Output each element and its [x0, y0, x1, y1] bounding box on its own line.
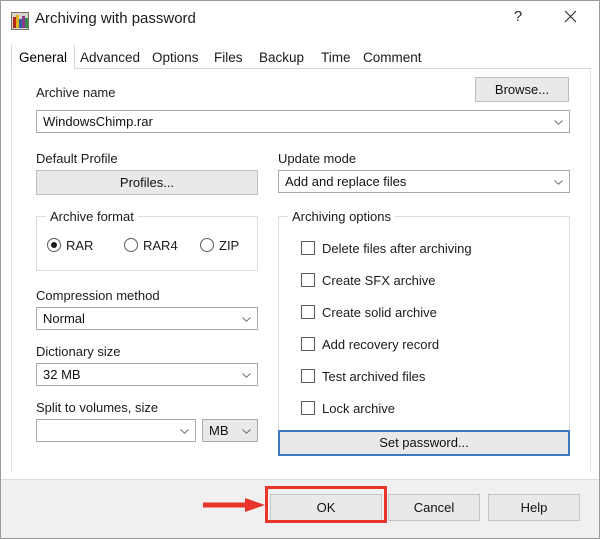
archive-name-label: Archive name — [36, 85, 116, 100]
archiving-options-legend: Archiving options — [288, 209, 395, 224]
help-button[interactable]: Help — [488, 494, 580, 521]
checkbox-box-icon — [301, 273, 315, 287]
checkbox-box-icon — [301, 401, 315, 415]
title-bar: Archiving with password ? — [1, 1, 599, 42]
ok-button[interactable]: OK — [270, 494, 382, 521]
help-icon-button[interactable]: ? — [495, 1, 541, 32]
compression-method-label: Compression method — [36, 288, 160, 303]
checkbox-lock-archive[interactable]: Lock archive — [301, 399, 395, 417]
tab-backup[interactable]: Backup — [252, 45, 311, 69]
split-unit-select[interactable]: MB — [202, 419, 258, 442]
checkbox-box-icon — [301, 305, 315, 319]
browse-button[interactable]: Browse... — [475, 77, 569, 102]
chevron-down-icon — [554, 119, 563, 125]
radio-dot-icon — [124, 238, 138, 252]
radio-dot-icon — [47, 238, 61, 252]
archive-name-input[interactable]: WindowsChimp.rar — [36, 110, 570, 133]
checkbox-label: Add recovery record — [322, 336, 440, 352]
tab-files[interactable]: Files — [207, 45, 250, 69]
dictionary-size-label: Dictionary size — [36, 344, 121, 359]
update-mode-value: Add and replace files — [285, 174, 407, 189]
checkbox-test-archived-files[interactable]: Test archived files — [301, 367, 425, 385]
update-mode-label: Update mode — [278, 151, 357, 166]
chevron-down-icon — [242, 428, 251, 434]
checkbox-label: Delete files after archiving — [322, 240, 472, 256]
window-title: Archiving with password — [35, 10, 196, 27]
split-unit-value: MB — [209, 423, 229, 438]
radio-rar4-label: RAR4 — [143, 237, 178, 253]
checkbox-box-icon — [301, 369, 315, 383]
dialog-footer: OK Cancel Help — [1, 479, 599, 538]
tab-options[interactable]: Options — [145, 45, 206, 69]
default-profile-label: Default Profile — [36, 151, 118, 166]
tab-strip: General Advanced Options Files Backup Ti… — [11, 45, 591, 69]
tab-advanced[interactable]: Advanced — [73, 45, 147, 69]
checkbox-add-recovery-record[interactable]: Add recovery record — [301, 335, 439, 353]
checkbox-label: Create solid archive — [322, 304, 437, 320]
checkbox-label: Create SFX archive — [322, 272, 436, 288]
radio-dot-icon — [200, 238, 214, 252]
radio-zip-label: ZIP — [219, 237, 240, 253]
split-to-volumes-input[interactable] — [36, 419, 196, 442]
dictionary-size-value: 32 MB — [43, 367, 81, 382]
archiving-with-password-dialog: Archiving with password ? General Advanc… — [0, 0, 600, 539]
compression-method-value: Normal — [43, 311, 85, 326]
archive-format-legend: Archive format — [46, 209, 138, 224]
profiles-button[interactable]: Profiles... — [36, 170, 258, 195]
winrar-books-icon — [11, 12, 29, 30]
checkbox-label: Lock archive — [322, 400, 395, 416]
chevron-down-icon — [180, 428, 189, 434]
set-password-button[interactable]: Set password... — [278, 430, 570, 456]
chevron-down-icon — [242, 372, 251, 378]
checkbox-delete-files-after-archiving[interactable]: Delete files after archiving — [301, 239, 472, 257]
radio-zip[interactable]: ZIP — [200, 237, 239, 253]
chevron-down-icon — [554, 179, 563, 185]
compression-method-select[interactable]: Normal — [36, 307, 258, 330]
checkbox-create-solid-archive[interactable]: Create solid archive — [301, 303, 437, 321]
radio-rar4[interactable]: RAR4 — [124, 237, 178, 253]
general-tab-panel: Archive name Browse... WindowsChimp.rar … — [11, 69, 591, 471]
cancel-button[interactable]: Cancel — [388, 494, 480, 521]
checkbox-box-icon — [301, 241, 315, 255]
update-mode-select[interactable]: Add and replace files — [278, 170, 570, 193]
close-icon-button[interactable] — [547, 1, 593, 32]
tab-comment[interactable]: Comment — [356, 45, 429, 69]
radio-rar-label: RAR — [66, 237, 94, 253]
archiving-options-group: Archiving options Delete files after arc… — [278, 209, 570, 431]
checkbox-box-icon — [301, 337, 315, 351]
tab-time[interactable]: Time — [314, 45, 358, 69]
checkbox-label: Test archived files — [322, 368, 426, 384]
chevron-down-icon — [242, 316, 251, 322]
archive-name-value: WindowsChimp.rar — [43, 114, 153, 129]
radio-rar[interactable]: RAR — [47, 237, 93, 253]
split-to-volumes-label: Split to volumes, size — [36, 400, 159, 415]
dictionary-size-select[interactable]: 32 MB — [36, 363, 258, 386]
checkbox-create-sfx-archive[interactable]: Create SFX archive — [301, 271, 435, 289]
archive-format-group: Archive format RAR RAR4 ZIP — [36, 209, 258, 271]
tab-general[interactable]: General — [11, 45, 76, 69]
